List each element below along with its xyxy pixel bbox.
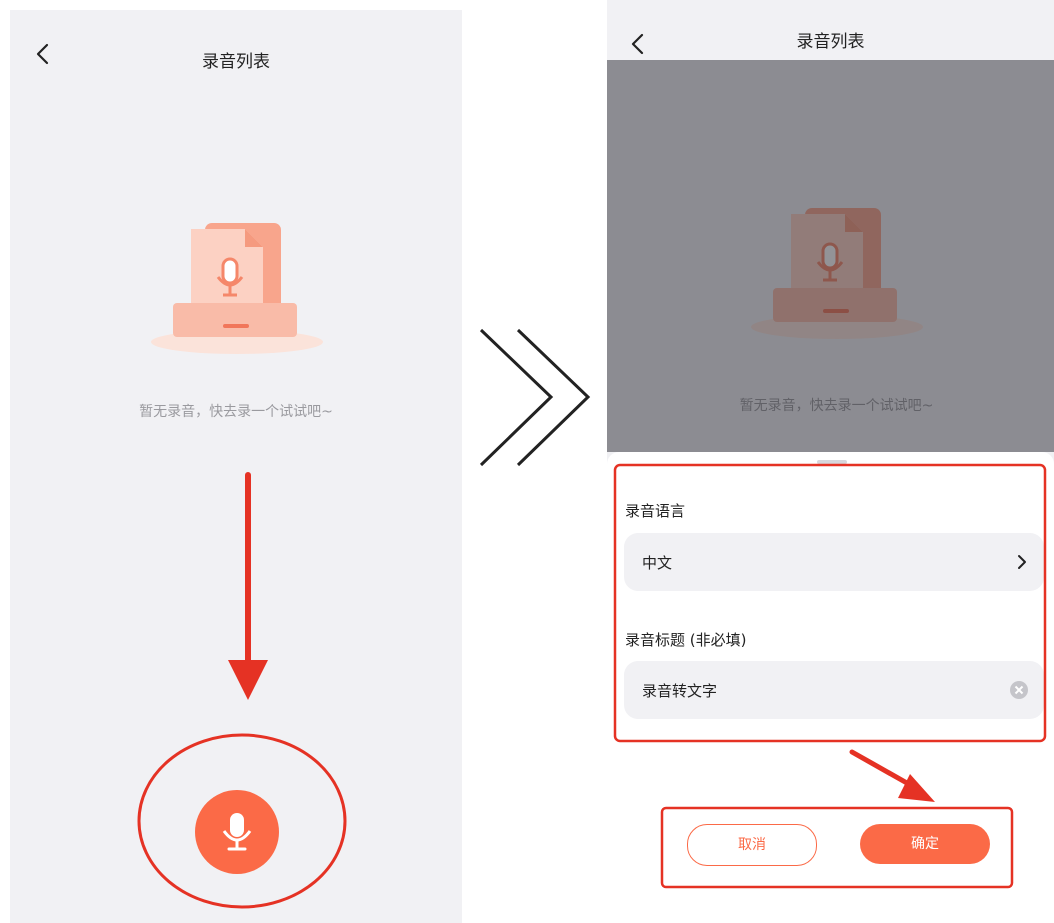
annotation-right [613, 463, 1047, 889]
empty-state-text: 暂无录音，快去录一个试试吧~ [139, 404, 333, 420]
double-chevron-icon [479, 328, 591, 467]
empty-recording-illustration [151, 223, 323, 354]
page-title: 录音列表 [202, 52, 270, 72]
modal-overlay[interactable] [607, 60, 1054, 452]
page-title: 录音列表 [796, 32, 865, 52]
annotation-left [137, 472, 347, 909]
